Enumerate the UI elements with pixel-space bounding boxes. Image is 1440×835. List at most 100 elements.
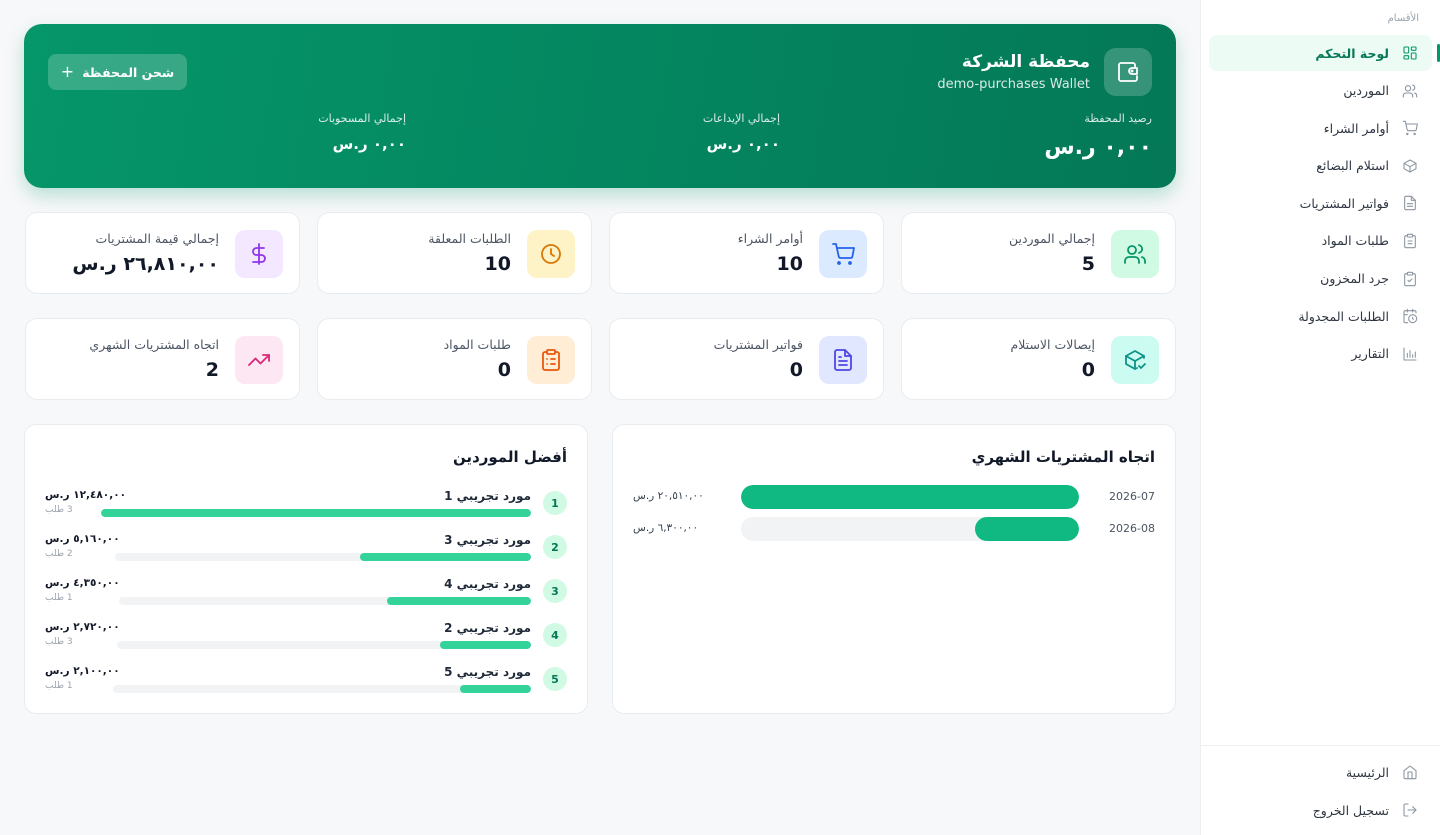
stat-label: إجمالي الموردين [1009,231,1095,246]
supplier-bar-track [117,641,531,649]
stat-value: 0 [789,359,803,381]
supplier-amount: ١٢,٤٨٠,٠٠ ر.س [45,489,127,501]
supplier-order-count: 3 طلب [45,637,73,647]
supplier-row[interactable]: 5 مورد تجريبي 5 ٢,١٠٠,٠٠ ر.س 1 طلب [45,665,567,705]
sidebar-item-logout[interactable]: تسجيل الخروج [1209,792,1432,828]
sidebar-item-dashboard[interactable]: لوحة التحكم [1209,35,1440,71]
balance-label: رصيد المحفظة [1084,112,1152,125]
balance-value: ٠,٠٠ ر.س [1044,135,1152,160]
sidebar-item-label: فواتير المشتريات [1299,195,1389,211]
stat-value: 0 [497,359,511,381]
sidebar-item-label: الطلبات المجدولة [1298,308,1389,324]
home-icon [1402,764,1418,780]
supplier-bar-fill [360,553,531,561]
panel-title: اتجاه المشتريات الشهري [971,448,1155,466]
sidebar: الأقسام لوحة التحكم الموردين أوامر الشرا… [1200,0,1440,835]
stat-card-monthly-trend[interactable]: اتجاه المشتريات الشهري 2 [25,318,300,400]
sidebar-item-scheduled-orders[interactable]: الطلبات المجدولة [1209,298,1432,334]
supplier-row[interactable]: 4 مورد تجريبي 2 ٢,٧٢٠,٠٠ ر.س 3 طلب [45,621,567,661]
wallet-balance: رصيد المحفظة ٠,٠٠ ر.س [952,112,1152,160]
package-icon [1402,158,1418,174]
sidebar-item-inventory-count[interactable]: جرد المخزون [1209,261,1432,297]
supplier-name: مورد تجريبي 4 [444,577,531,591]
sidebar-item-label: التقارير [1351,346,1389,362]
sidebar-item-home[interactable]: الرئيسية [1209,754,1432,790]
stat-value: 2 [205,359,219,381]
supplier-bar-fill [386,597,531,605]
dollar-icon [235,230,283,278]
panel-title: أفضل الموردين [452,448,567,466]
stat-card-total-suppliers[interactable]: إجمالي الموردين 5 [901,212,1176,294]
sidebar-item-goods-receipt[interactable]: استلام البضائع [1209,148,1432,184]
supplier-row[interactable]: 2 مورد تجريبي 3 ٥,١٦٠,٠٠ ر.س 2 طلب [45,533,567,573]
stat-card-total-purchases-value[interactable]: إجمالي قيمة المشتريات ٢٦,٨١٠,٠٠ ر.س [25,212,300,294]
trend-row: 2026-08 ٦,٣٠٠,٠٠ ر.س [633,517,1155,541]
sidebar-section-label: الأقسام [1387,13,1419,24]
supplier-row[interactable]: 1 مورد تجريبي 1 ١٢,٤٨٠,٠٠ ر.س 3 طلب [45,489,567,529]
clipboard-icon [1402,233,1418,249]
wallet-icon [1104,48,1152,96]
sidebar-item-purchase-invoices[interactable]: فواتير المشتريات [1209,185,1432,221]
supplier-row[interactable]: 3 مورد تجريبي 4 ٤,٣٥٠,٠٠ ر.س 1 طلب [45,577,567,617]
supplier-bar-track [115,553,531,561]
stat-card-receipts[interactable]: إيصالات الاستلام 0 [901,318,1176,400]
stat-value: ٢٦,٨١٠,٠٠ ر.س [72,253,219,275]
sidebar-item-label: أوامر الشراء [1323,120,1389,136]
stat-card-purchase-orders[interactable]: أوامر الشراء 10 [609,212,884,294]
trend-bar-fill [975,517,1079,541]
withdrawals-value: ٠,٠٠ ر.س [332,135,406,153]
sidebar-item-reports[interactable]: التقارير [1209,336,1432,372]
stat-card-purchase-invoices[interactable]: فواتير المشتريات 0 [609,318,884,400]
stat-value: 10 [776,253,803,275]
clock-icon [527,230,575,278]
sidebar-item-purchase-orders[interactable]: أوامر الشراء [1209,110,1432,146]
stat-label: الطلبات المعلقة [428,231,511,246]
sidebar-item-label: طلبات المواد [1321,233,1389,249]
supplier-bar-track [113,685,531,693]
sidebar-item-label: لوحة التحكم [1315,45,1389,61]
wallet-subtitle: demo-purchases Wallet [937,77,1090,92]
stats-row-1: إجمالي الموردين 5 أوامر الشراء 10 الطلبا… [24,212,1176,294]
trend-row: 2026-07 ٢٠,٥١٠,٠٠ ر.س [633,485,1155,509]
calendar-clock-icon [1402,308,1418,324]
stat-label: اتجاه المشتريات الشهري [89,337,219,352]
supplier-name: مورد تجريبي 1 [444,489,531,503]
monthly-trend-panel: اتجاه المشتريات الشهري 2026-07 ٢٠,٥١٠,٠٠… [612,424,1176,714]
supplier-amount: ٢,١٠٠,٠٠ ر.س [45,665,120,677]
trend-date: 2026-07 [1109,490,1155,503]
sidebar-item-material-requests[interactable]: طلبات المواد [1209,223,1432,259]
sidebar-item-label: جرد المخزون [1320,271,1389,287]
stats-row-2: إيصالات الاستلام 0 فواتير المشتريات 0 طل… [24,318,1176,400]
top-suppliers-panel: أفضل الموردين 1 مورد تجريبي 1 ١٢,٤٨٠,٠٠ … [24,424,588,714]
dashboard-icon [1402,45,1418,61]
charge-wallet-button[interactable]: شحن المحفظة + [48,54,187,90]
clipboard-check-icon [1402,271,1418,287]
trend-date: 2026-08 [1109,522,1155,535]
stat-label: إجمالي قيمة المشتريات [95,231,219,246]
plus-icon: + [60,62,75,81]
supplier-name: مورد تجريبي 5 [444,665,531,679]
sidebar-item-label: استلام البضائع [1316,158,1389,174]
stat-label: طلبات المواد [443,337,511,352]
sidebar-nav: لوحة التحكم الموردين أوامر الشراء استلام… [1209,35,1440,373]
supplier-amount: ٥,١٦٠,٠٠ ر.س [45,533,120,545]
sidebar-item-suppliers[interactable]: الموردين [1209,73,1432,109]
package-check-icon [1111,336,1159,384]
supplier-bar-track [119,597,531,605]
trend-bar-fill [741,485,1079,509]
supplier-rank: 4 [543,623,567,647]
trending-up-icon [235,336,283,384]
deposits-label: إجمالي الإيداعات [702,112,780,125]
users-icon [1111,230,1159,278]
bar-chart-icon [1402,346,1418,362]
sidebar-item-label: الرئيسية [1345,764,1389,780]
stat-label: أوامر الشراء [737,231,803,246]
stat-card-pending-orders[interactable]: الطلبات المعلقة 10 [317,212,592,294]
cart-icon [819,230,867,278]
sidebar-footer: الرئيسية تسجيل الخروج [1201,745,1440,835]
stat-value: 0 [1081,359,1095,381]
stat-card-material-requests[interactable]: طلبات المواد 0 [317,318,592,400]
trend-amount: ٢٠,٥١٠,٠٠ ر.س [633,490,704,502]
sidebar-item-label: الموردين [1343,83,1389,99]
stat-label: إيصالات الاستلام [1010,337,1095,352]
